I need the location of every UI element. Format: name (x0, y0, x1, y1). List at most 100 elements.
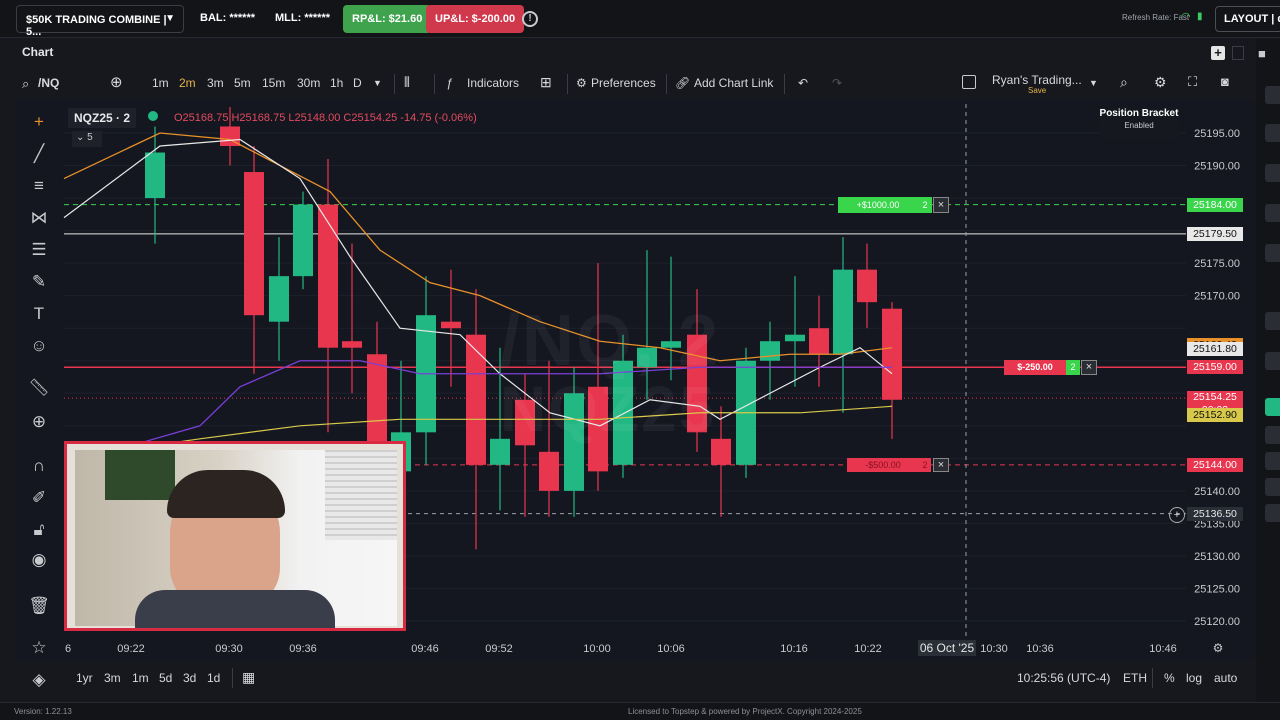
add-order-plus-icon[interactable]: + (1169, 507, 1185, 523)
position-bracket-status[interactable]: Position Bracket Enabled (1099, 108, 1179, 138)
webcam-hair (167, 470, 285, 518)
range-1yr[interactable]: 1yr (76, 671, 93, 685)
cancel-take-profit-close-icon[interactable]: × (933, 197, 949, 213)
timeframe-1m[interactable]: 1m (152, 76, 169, 90)
search-icon[interactable]: ⌕ (22, 76, 29, 92)
horizontal-lines-icon[interactable]: ≡ (26, 176, 52, 200)
add-chart-link-button[interactable]: Add Chart Link (694, 76, 773, 90)
side-widget[interactable] (1265, 244, 1280, 262)
stop-order-tag[interactable]: -$500.00 (847, 458, 919, 472)
timeframe-30m[interactable]: 30m (297, 76, 320, 90)
indicators-icon[interactable]: ƒ (446, 76, 453, 90)
range-1m[interactable]: 1m (132, 671, 149, 685)
link-icon[interactable]: 🔗︎ (675, 76, 690, 90)
timeframe-D[interactable]: D (353, 76, 362, 90)
timeframe-3m[interactable]: 3m (207, 76, 224, 90)
layout-save-label[interactable]: Save (1028, 86, 1046, 95)
visibility-eye-icon[interactable]: ◉ (26, 550, 52, 574)
toolbar-divider (394, 74, 395, 94)
position-qty[interactable]: 2 (1066, 360, 1080, 375)
add-compare-icon[interactable]: ⊕ (110, 73, 123, 91)
templates-grid-icon[interactable]: ⊞ (540, 74, 552, 91)
add-panel-icon[interactable]: + (1211, 46, 1225, 60)
close-position-close-icon[interactable]: × (1081, 360, 1097, 375)
preferences-gear-icon[interactable]: ⚙ (576, 76, 587, 90)
studies-toggle[interactable]: ⌄ 5 (72, 131, 102, 147)
range-3d[interactable]: 3d (183, 671, 196, 685)
trend-line-icon[interactable]: ╱ (26, 144, 52, 168)
info-icon[interactable]: ! (522, 11, 538, 27)
date-range-calendar-icon[interactable]: ▦ (242, 669, 255, 686)
webcam-blinds (325, 450, 397, 540)
fib-tool-icon[interactable]: ☰ (26, 240, 52, 264)
side-widget[interactable] (1265, 86, 1280, 104)
cursor-price-label: 25136.50 (1187, 506, 1243, 521)
range-3m[interactable]: 3m (104, 671, 121, 685)
buy-button[interactable] (1265, 398, 1280, 416)
pencil-lock-icon[interactable]: ✐ (26, 488, 52, 512)
side-widget[interactable] (1265, 452, 1280, 470)
undo-icon[interactable]: ↶ (798, 76, 808, 90)
timeframe-chevron-icon[interactable]: ▼ (373, 78, 382, 88)
side-widget[interactable] (1265, 504, 1280, 522)
refresh-rate-label: Refresh Rate: Fast (1122, 13, 1190, 22)
side-widget[interactable] (1265, 352, 1280, 370)
zoom-in-icon[interactable]: ⊕ (26, 412, 52, 436)
webcam-flag (105, 450, 175, 500)
take-profit-qty[interactable]: 2 (918, 197, 932, 213)
layout-chevron-icon[interactable]: ▼ (1089, 78, 1098, 88)
panel-menu-icon[interactable]: ■ (1258, 46, 1266, 61)
symbol-badge[interactable]: NQZ25 · 2 (68, 108, 137, 128)
side-widget[interactable] (1265, 312, 1280, 330)
auto-scale-toggle[interactable]: auto (1214, 671, 1237, 685)
side-widget[interactable] (1265, 164, 1280, 182)
layout-name[interactable]: Ryan's Trading... (992, 73, 1082, 87)
side-widget[interactable] (1265, 124, 1280, 142)
timeframe-5m[interactable]: 5m (234, 76, 251, 90)
symbol-input[interactable]: /NQ (38, 76, 59, 90)
signal-bars-icon: ▮ (1197, 11, 1203, 22)
chevron-down-icon: ⌄ (76, 132, 88, 143)
side-widget[interactable] (1265, 204, 1280, 222)
settings-gear-icon[interactable]: ⚙ (1154, 74, 1167, 91)
lock-icon[interactable]: 🔓︎ (26, 520, 52, 544)
preferences-button[interactable]: Preferences (591, 76, 656, 90)
trash-icon[interactable]: 🗑︎ (26, 596, 52, 620)
stop-qty[interactable]: 2 (919, 458, 931, 472)
range-1d[interactable]: 1d (207, 671, 220, 685)
text-tool-icon[interactable]: T (26, 304, 52, 328)
layers-icon[interactable]: ◈ (26, 670, 52, 694)
pattern-tool-icon[interactable]: ⋈ (26, 208, 52, 232)
account-selector[interactable]: $50K TRADING COMBINE | 5... ▼ (16, 5, 184, 38)
side-widget[interactable] (1265, 478, 1280, 496)
fullscreen-icon[interactable]: ⛶ (1188, 74, 1197, 90)
indicators-button[interactable]: Indicators (467, 76, 519, 90)
favorites-star-icon[interactable]: ☆ (26, 638, 52, 662)
timeframe-1h[interactable]: 1h (330, 76, 343, 90)
side-widget[interactable] (1265, 426, 1280, 444)
screenshot-camera-icon[interactable]: ◙ (1221, 74, 1229, 89)
stop-price-label: 25144.00 (1187, 457, 1243, 472)
crosshair-icon[interactable]: + (26, 112, 52, 136)
layout-button[interactable]: LAYOUT | de (1215, 6, 1280, 32)
emoji-icon[interactable]: ☺ (26, 336, 52, 360)
range-5d[interactable]: 5d (159, 671, 172, 685)
watermark-line-1: /NQ, 2 (500, 301, 721, 381)
maximize-panel-icon[interactable] (1232, 46, 1244, 60)
brush-icon[interactable]: ✎ (26, 272, 52, 296)
magnet-icon[interactable]: ∩ (26, 456, 52, 480)
timeframe-15m[interactable]: 15m (262, 76, 285, 90)
log-scale-toggle[interactable]: log (1186, 671, 1202, 685)
position-tag[interactable]: $-250.00 (1004, 360, 1066, 375)
timeframe-2m[interactable]: 2m (179, 76, 196, 90)
clock-display[interactable]: 10:25:56 (UTC-4) (1017, 671, 1110, 685)
session-toggle[interactable]: ETH (1123, 671, 1147, 685)
candle-type-icon[interactable]: ⫴ (404, 74, 410, 91)
layout-checkbox-icon[interactable] (962, 75, 976, 89)
zoom-search-icon[interactable]: ⌕ (1120, 74, 1128, 91)
redo-icon[interactable]: ↷ (832, 76, 842, 90)
cancel-stop-close-icon[interactable]: × (933, 458, 949, 472)
take-profit-order-tag[interactable]: +$1000.00 (838, 197, 918, 213)
ruler-icon[interactable]: 📏︎ (26, 378, 52, 402)
percent-scale-toggle[interactable]: % (1164, 671, 1175, 685)
